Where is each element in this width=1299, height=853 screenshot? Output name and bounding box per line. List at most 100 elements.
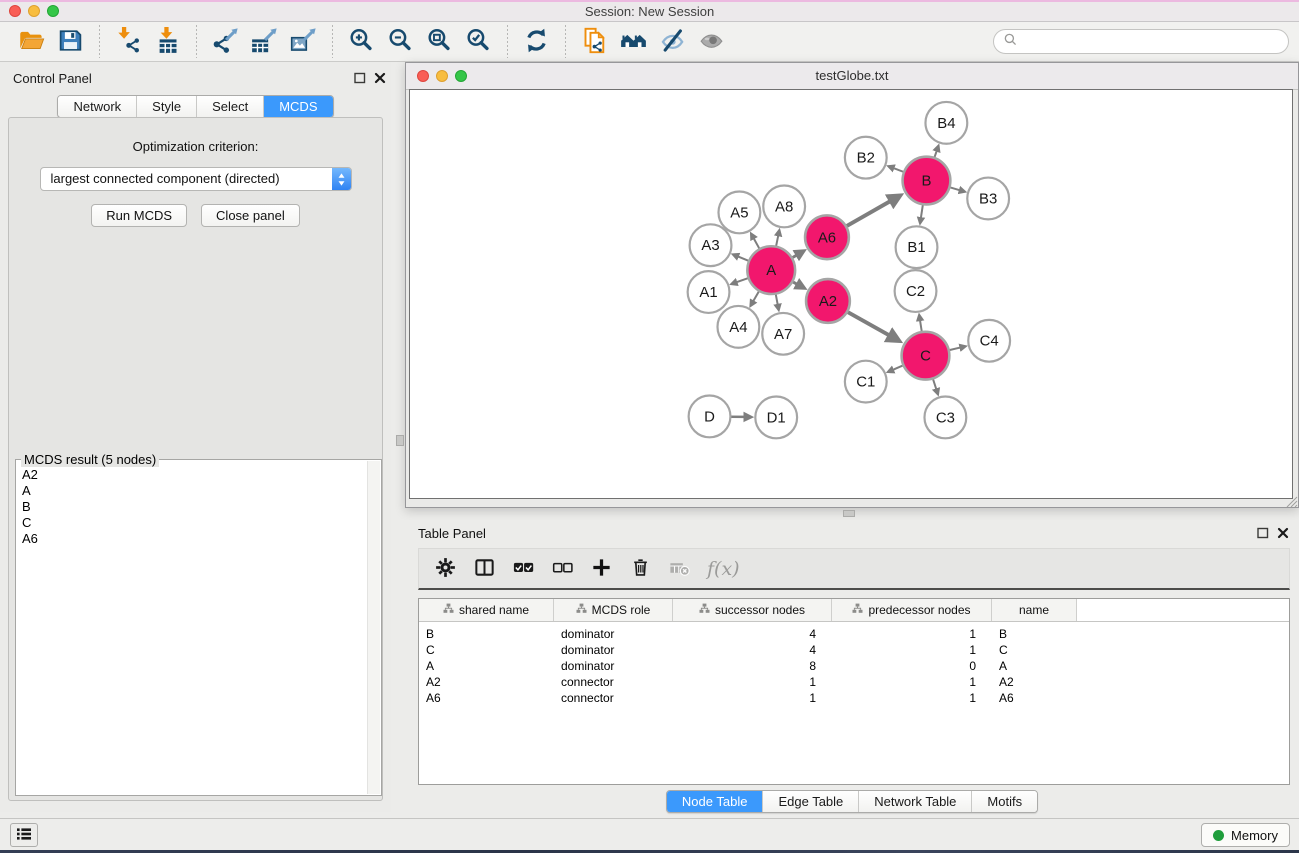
mcds-result-item[interactable]: B xyxy=(22,499,362,515)
resize-grip-icon[interactable] xyxy=(1284,494,1298,508)
table-row[interactable]: A6connector11A6 xyxy=(419,690,1289,706)
memory-button[interactable]: Memory xyxy=(1201,823,1290,847)
graph-node-B1[interactable]: B1 xyxy=(896,226,938,268)
graph-edge-C-C2[interactable] xyxy=(920,320,922,332)
tab-select[interactable]: Select xyxy=(196,96,263,117)
graph-node-B3[interactable]: B3 xyxy=(967,178,1009,220)
table-cell[interactable]: C xyxy=(419,643,554,657)
graph-edge-C-C3[interactable] xyxy=(933,378,937,389)
graph-node-A5[interactable]: A5 xyxy=(718,192,760,234)
table-cell[interactable]: B xyxy=(419,627,554,641)
mcds-result-scrollbar[interactable] xyxy=(367,461,380,794)
deselect-all-button[interactable] xyxy=(547,553,578,584)
graph-node-B4[interactable]: B4 xyxy=(925,102,967,144)
graph-edge-A2-C[interactable] xyxy=(847,312,890,336)
add-row-button[interactable] xyxy=(586,553,617,584)
select-all-button[interactable] xyxy=(508,553,539,584)
close-panel-button[interactable]: Close panel xyxy=(201,204,300,227)
graph-node-B2[interactable]: B2 xyxy=(845,137,887,179)
table-cell[interactable]: 1 xyxy=(832,691,992,705)
graph-node-A7[interactable]: A7 xyxy=(762,313,804,355)
graph-node-A1[interactable]: A1 xyxy=(688,271,730,313)
graph-edge-B-B2[interactable] xyxy=(893,168,904,172)
graph-node-B[interactable]: B xyxy=(903,157,951,205)
graph-edge-C-C1[interactable] xyxy=(893,365,904,370)
table-row[interactable]: A2connector11A2 xyxy=(419,674,1289,690)
tab-node-table[interactable]: Node Table xyxy=(667,791,763,812)
network-window-titlebar[interactable]: testGlobe.txt xyxy=(406,63,1298,90)
zoom-fit-button[interactable] xyxy=(422,25,457,59)
tab-motifs[interactable]: Motifs xyxy=(971,791,1037,812)
table-cell[interactable]: A xyxy=(419,659,554,673)
table-row[interactable]: Bdominator41B xyxy=(419,626,1289,642)
table-row[interactable]: Adominator80A xyxy=(419,658,1289,674)
table-cell[interactable]: 1 xyxy=(673,675,832,689)
search-box[interactable] xyxy=(993,29,1289,54)
table-cell[interactable]: 4 xyxy=(673,627,832,641)
graph-edge-A-A7[interactable] xyxy=(776,294,778,305)
zoom-selected-button[interactable] xyxy=(461,25,496,59)
table-cell[interactable]: connector xyxy=(554,691,673,705)
graph-node-C1[interactable]: C1 xyxy=(845,361,887,403)
mcds-result-item[interactable]: C xyxy=(22,515,362,531)
table-cell[interactable]: A xyxy=(992,659,1077,673)
tab-network[interactable]: Network xyxy=(58,96,136,117)
graph-edge-A6-B[interactable] xyxy=(846,201,891,227)
column-header-name[interactable]: name xyxy=(992,599,1077,621)
graph-edge-A-A1[interactable] xyxy=(736,278,749,282)
table-cell[interactable]: 8 xyxy=(673,659,832,673)
save-session-button[interactable] xyxy=(53,25,88,59)
graph-node-A2[interactable]: A2 xyxy=(806,279,850,323)
optimization-criterion-dropdown[interactable]: largest connected component (directed) xyxy=(40,167,352,191)
column-header-predecessor-nodes[interactable]: predecessor nodes xyxy=(832,599,992,621)
mcds-result-item[interactable]: A6 xyxy=(22,531,362,547)
table-cell[interactable]: dominator xyxy=(554,643,673,657)
graph-edge-A-A5[interactable] xyxy=(754,238,760,249)
network-close-button[interactable] xyxy=(417,70,429,82)
graph-node-A[interactable]: A xyxy=(747,246,795,294)
graph-node-C[interactable]: C xyxy=(902,332,950,380)
open-file-button[interactable] xyxy=(14,25,49,59)
delete-row-button[interactable] xyxy=(625,553,656,584)
table-cell[interactable]: 1 xyxy=(673,691,832,705)
table-float-panel-icon[interactable] xyxy=(1256,527,1269,540)
task-history-button[interactable] xyxy=(10,823,38,847)
run-mcds-button[interactable]: Run MCDS xyxy=(91,204,187,227)
table-cell[interactable]: dominator xyxy=(554,659,673,673)
table-cell[interactable]: 1 xyxy=(832,627,992,641)
graph-node-C3[interactable]: C3 xyxy=(924,396,966,438)
hide-selected-button[interactable] xyxy=(655,25,690,59)
table-cell[interactable]: 1 xyxy=(832,675,992,689)
graph-edge-C-C4[interactable] xyxy=(949,347,961,350)
table-row[interactable]: Cdominator41C xyxy=(419,642,1289,658)
show-all-button[interactable] xyxy=(694,25,729,59)
mcds-result-item[interactable]: A xyxy=(22,483,362,499)
close-panel-icon[interactable] xyxy=(373,72,386,85)
import-table-button[interactable] xyxy=(150,25,185,59)
column-header-shared-name[interactable]: shared name xyxy=(419,599,554,621)
graph-node-C2[interactable]: C2 xyxy=(895,270,937,312)
table-cell[interactable]: dominator xyxy=(554,627,673,641)
tab-edge-table[interactable]: Edge Table xyxy=(762,791,858,812)
graph-edge-A-A4[interactable] xyxy=(753,291,759,302)
function-builder-button[interactable]: f(x) xyxy=(707,558,740,580)
table-close-panel-icon[interactable] xyxy=(1276,527,1289,540)
refresh-button[interactable] xyxy=(519,25,554,59)
graph-node-A4[interactable]: A4 xyxy=(717,306,759,348)
graph-node-A3[interactable]: A3 xyxy=(690,224,732,266)
tab-style[interactable]: Style xyxy=(136,96,196,117)
table-cell[interactable]: 4 xyxy=(673,643,832,657)
table-cell[interactable]: A6 xyxy=(992,691,1077,705)
table-cell[interactable]: A6 xyxy=(419,691,554,705)
export-image-button[interactable] xyxy=(286,25,321,59)
table-cell[interactable]: connector xyxy=(554,675,673,689)
graph-edge-B-B3[interactable] xyxy=(949,187,960,190)
duplicate-network-button[interactable] xyxy=(577,25,612,59)
gear-button[interactable] xyxy=(430,553,461,584)
graph-node-A8[interactable]: A8 xyxy=(763,186,805,228)
column-header-MCDS-role[interactable]: MCDS role xyxy=(554,599,673,621)
table-cell[interactable]: B xyxy=(992,627,1077,641)
mcds-result-item[interactable]: A2 xyxy=(22,467,362,483)
graph-node-D[interactable]: D xyxy=(689,396,731,438)
search-input[interactable] xyxy=(1023,31,1278,53)
